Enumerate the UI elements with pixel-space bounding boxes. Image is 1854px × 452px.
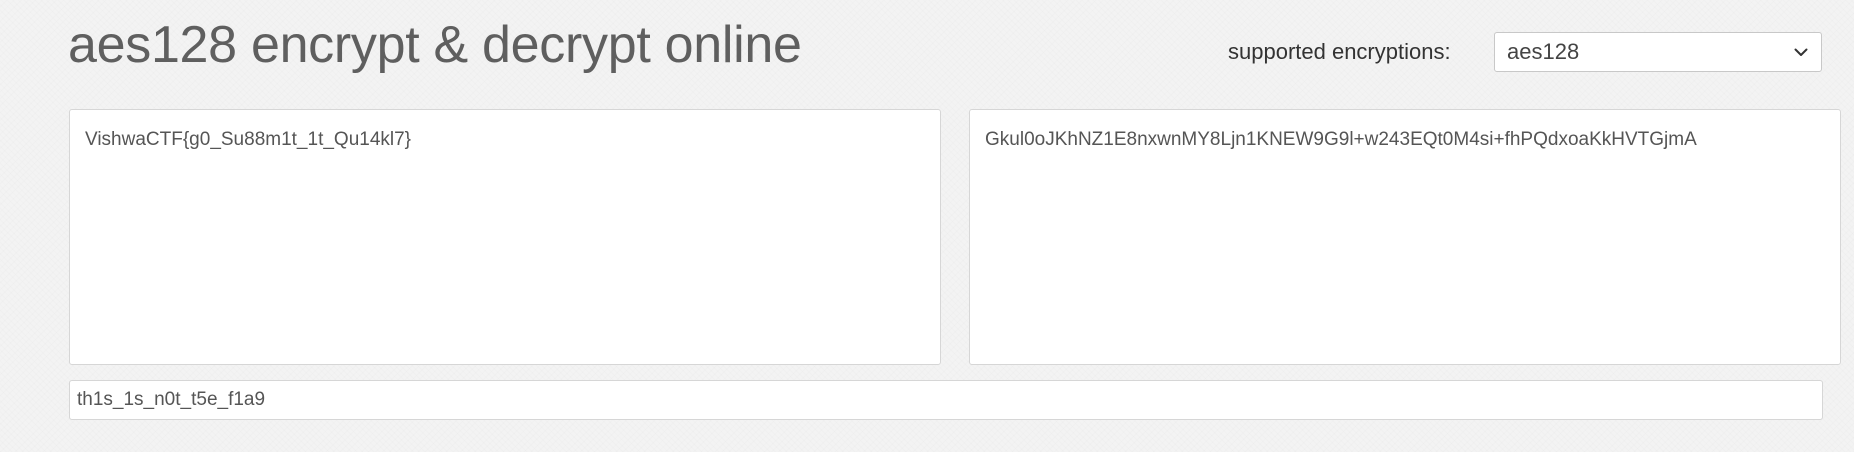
encryption-picker: supported encryptions: <box>1228 32 1451 72</box>
encryption-select-value: aes128 <box>1507 39 1580 64</box>
key-input[interactable]: th1s_1s_n0t_t5e_f1a9 <box>69 380 1823 420</box>
ciphertext-textarea[interactable]: Gkul0oJKhNZ1E8nxwnMY8Ljn1KNEW9G9l+w243EQ… <box>969 109 1841 365</box>
chevron-down-icon <box>1793 44 1809 60</box>
encryption-select[interactable]: aes128 <box>1494 32 1822 72</box>
plaintext-textarea[interactable]: VishwaCTF{g0_Su88m1t_1t_Qu14kl7} <box>69 109 941 365</box>
page-title: aes128 encrypt & decrypt online <box>68 16 802 74</box>
encryption-label: supported encryptions: <box>1228 39 1451 64</box>
